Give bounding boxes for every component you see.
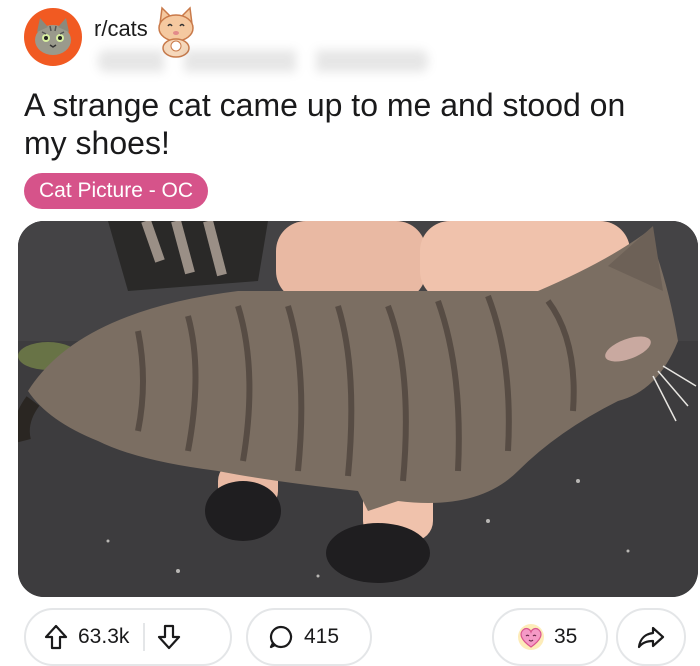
subreddit-avatar[interactable] [24, 8, 82, 66]
downvote-icon[interactable] [157, 624, 181, 650]
post-flair[interactable]: Cat Picture - OC [24, 173, 209, 209]
subreddit-name[interactable]: r/cats [94, 16, 148, 42]
comments-button[interactable]: 415 [246, 608, 372, 666]
cat-avatar-icon [35, 18, 71, 55]
award-count: 35 [554, 625, 578, 648]
award-button[interactable]: 35 [492, 608, 608, 666]
post-title[interactable]: A strange cat came up to me and stood on… [24, 86, 664, 162]
post-image[interactable] [18, 221, 698, 597]
comment-icon [268, 624, 294, 650]
post-card: r/cats A strange cat came up to me and s… [0, 0, 700, 666]
comment-count: 415 [304, 625, 340, 648]
share-icon [637, 625, 665, 649]
cat-photo-image [18, 221, 698, 597]
upvote-icon[interactable] [44, 624, 68, 650]
vote-divider [143, 623, 146, 651]
vote-bar: 63.3k [24, 608, 232, 666]
share-button[interactable] [616, 608, 686, 666]
upvote-count: 63.3k [78, 625, 130, 648]
blurred-meta [98, 50, 428, 72]
heart-award-icon [516, 623, 546, 651]
